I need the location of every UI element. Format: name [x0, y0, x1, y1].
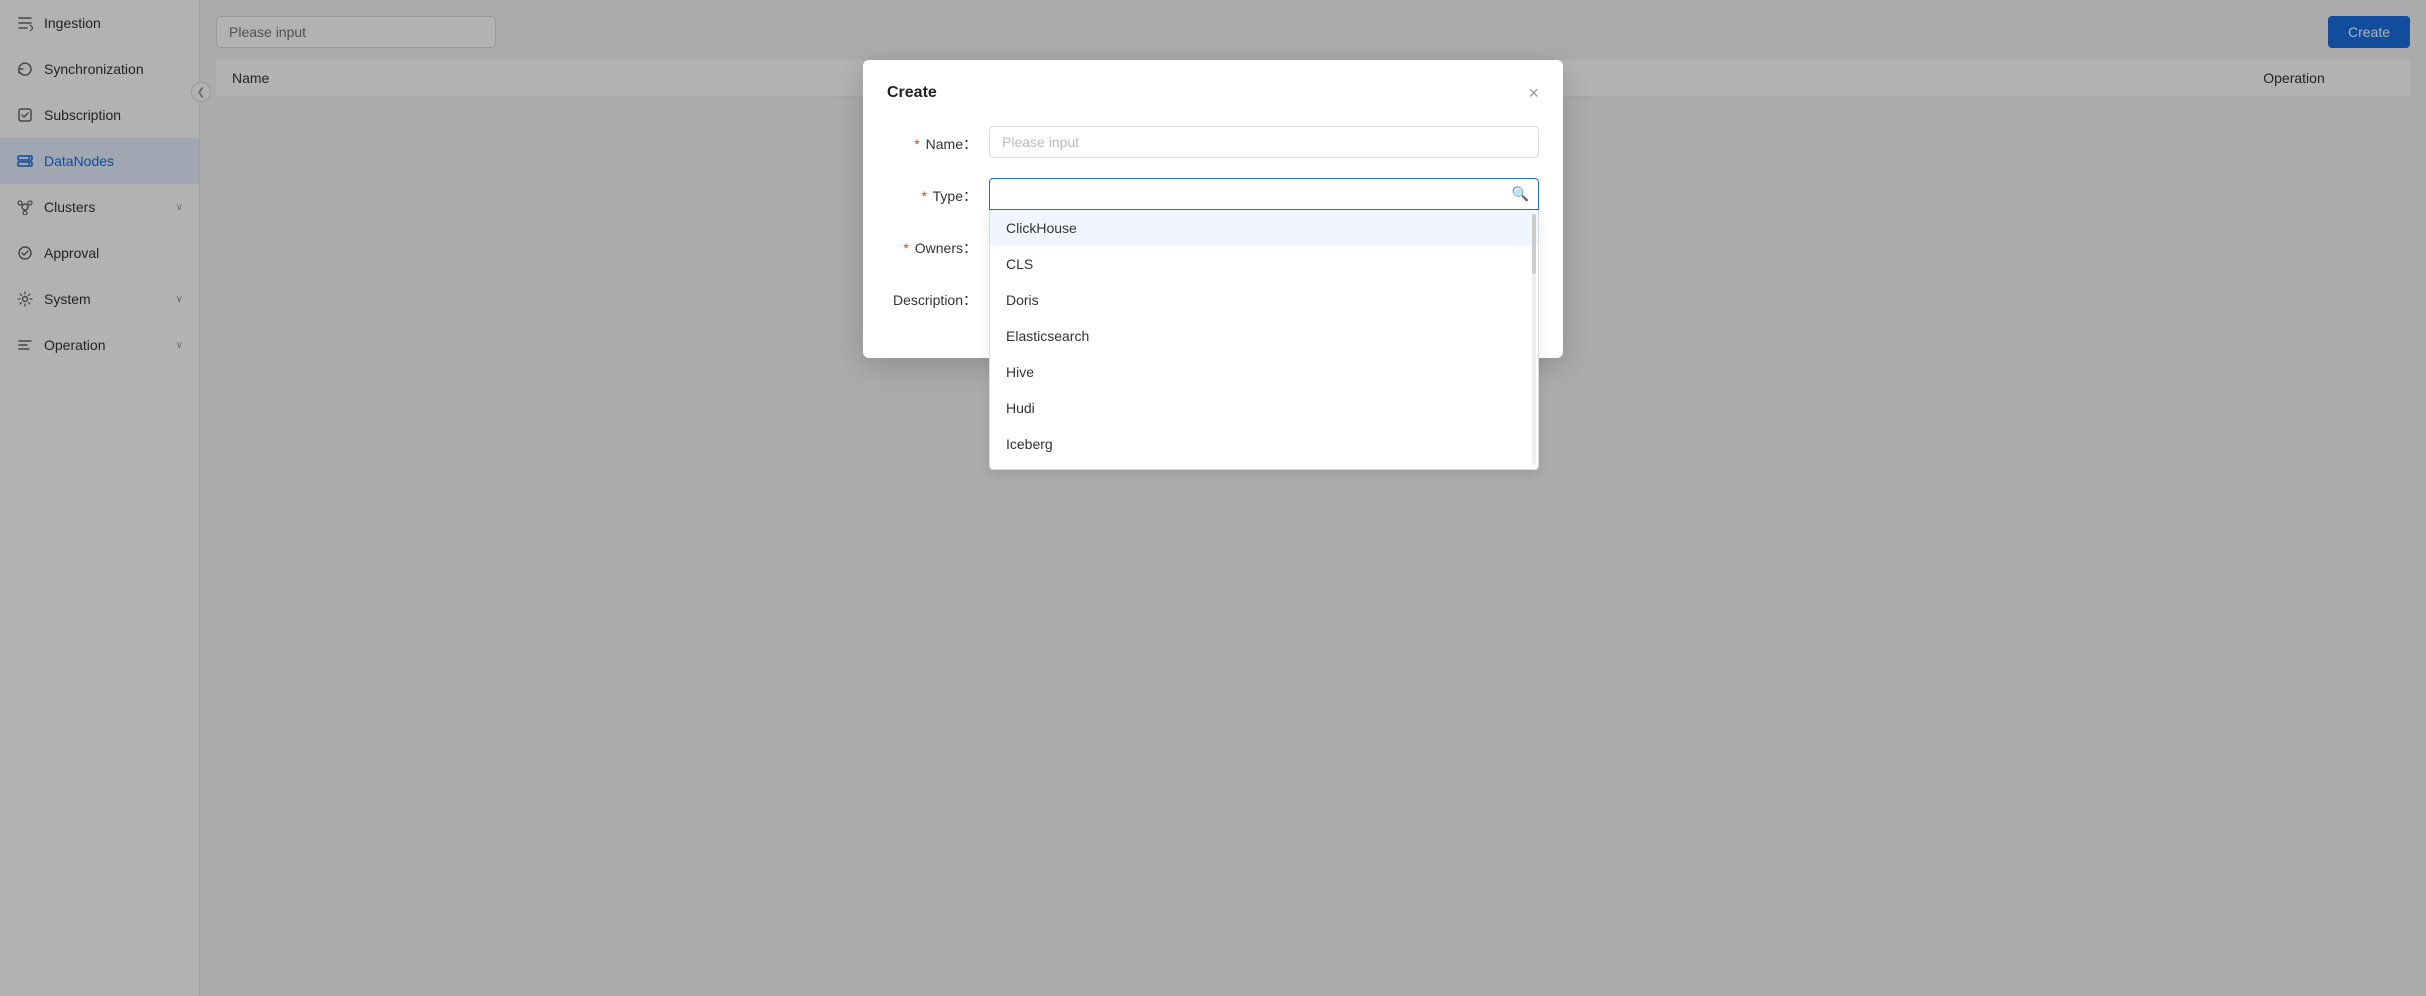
owners-label: * Owners：	[887, 230, 977, 258]
owners-required-star: *	[903, 240, 908, 256]
form-row-type: * Type： 🔍 ClickHouse CLS Doris Elasticse…	[887, 178, 1539, 210]
type-input-wrapper: 🔍	[989, 178, 1539, 210]
type-input[interactable]	[989, 178, 1539, 210]
dropdown-item-iceberg[interactable]: Iceberg	[990, 426, 1538, 462]
name-field	[989, 126, 1539, 158]
type-dropdown: ClickHouse CLS Doris Elasticsearch Hive …	[989, 210, 1539, 470]
dropdown-item-hive[interactable]: Hive	[990, 354, 1538, 390]
modal: Create × * Name： * Type： 🔍	[863, 60, 1563, 358]
dropdown-item-cls[interactable]: CLS	[990, 246, 1538, 282]
dropdown-item-clickhouse[interactable]: ClickHouse	[990, 210, 1538, 246]
modal-overlay: Create × * Name： * Type： 🔍	[0, 0, 2426, 996]
dropdown-item-doris[interactable]: Doris	[990, 282, 1538, 318]
modal-header: Create ×	[887, 84, 1539, 102]
type-required-star: *	[922, 188, 927, 204]
form-row-name: * Name：	[887, 126, 1539, 158]
name-input[interactable]	[989, 126, 1539, 158]
modal-close-button[interactable]: ×	[1528, 84, 1539, 102]
name-label: * Name：	[887, 126, 977, 154]
modal-title: Create	[887, 84, 937, 102]
type-label: * Type：	[887, 178, 977, 206]
dropdown-item-hudi[interactable]: Hudi	[990, 390, 1538, 426]
type-search-icon: 🔍	[1512, 186, 1529, 203]
dropdown-item-elasticsearch[interactable]: Elasticsearch	[990, 318, 1538, 354]
name-required-star: *	[914, 136, 919, 152]
dropdown-scrollbar-track	[1532, 214, 1536, 465]
description-label: Description：	[887, 282, 977, 310]
type-field: 🔍 ClickHouse CLS Doris Elasticsearch Hiv…	[989, 178, 1539, 210]
dropdown-item-mysql[interactable]: MySQL	[990, 462, 1538, 470]
dropdown-scrollbar-thumb	[1532, 214, 1536, 274]
